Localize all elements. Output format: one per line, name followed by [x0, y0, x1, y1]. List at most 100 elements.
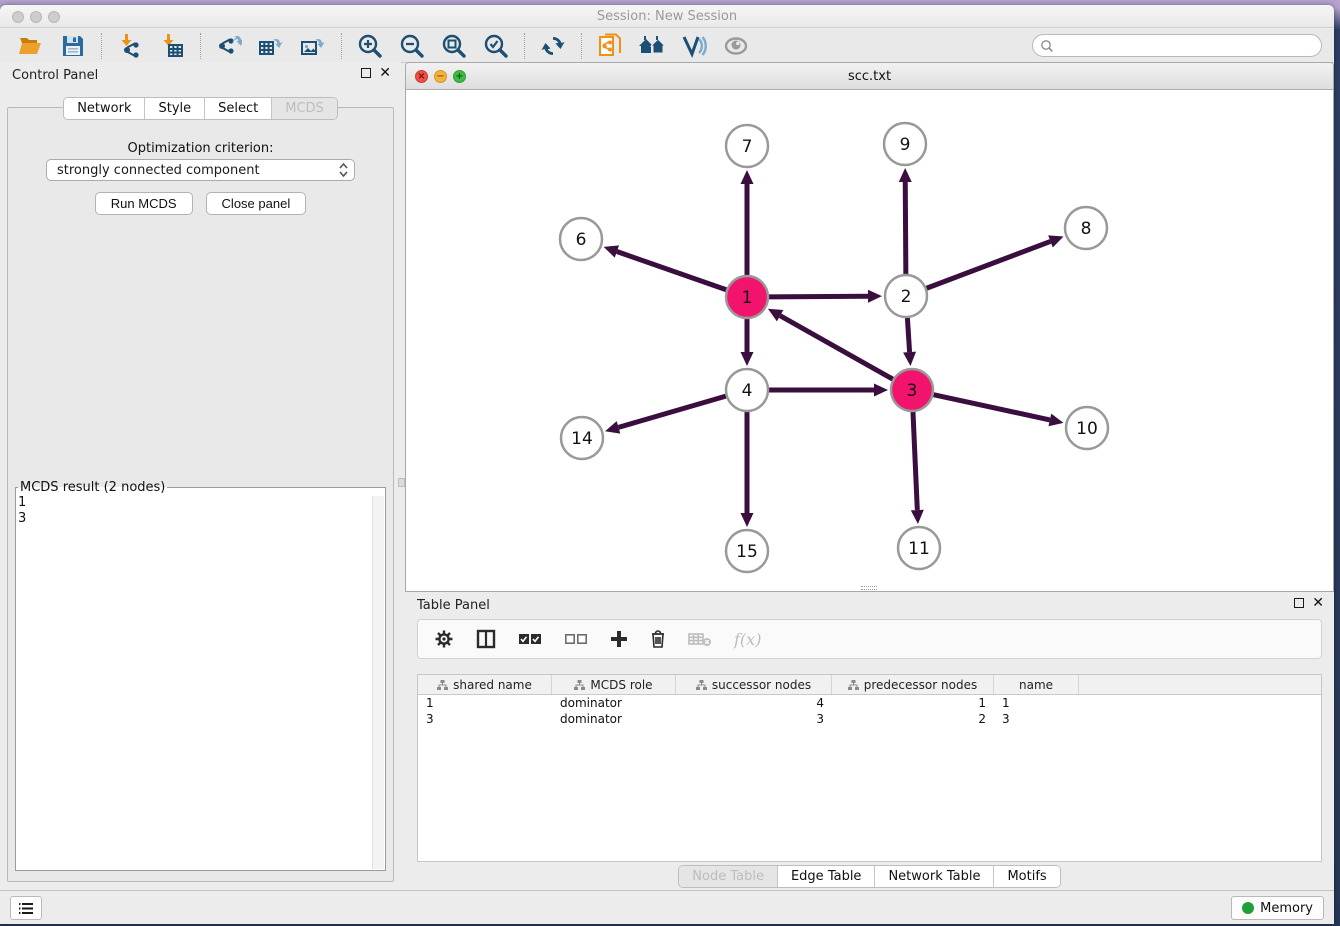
column-header-predecessor-nodes[interactable]: predecessor nodes — [832, 675, 994, 694]
zoom-out-icon[interactable] — [397, 32, 427, 60]
column-header-shared-name[interactable]: shared name — [418, 675, 552, 694]
tab-node-table[interactable]: Node Table — [679, 866, 778, 887]
graph-node-label: 3 — [907, 381, 918, 401]
close-panel-icon[interactable]: ✕ — [379, 68, 391, 78]
unselect-all-columns-icon[interactable] — [564, 627, 588, 651]
edge-arrowhead — [911, 510, 924, 524]
export-table-icon[interactable] — [256, 32, 286, 60]
edge-3-11[interactable] — [913, 412, 917, 510]
export-image-icon[interactable] — [298, 32, 328, 60]
sort-hierarchy-icon — [437, 680, 448, 690]
run-mcds-button[interactable]: Run MCDS — [95, 192, 193, 215]
tab-style[interactable]: Style — [145, 98, 205, 119]
column-header-MCDS-role[interactable]: MCDS role — [552, 675, 676, 694]
tab-edge-table[interactable]: Edge Table — [778, 866, 875, 887]
control-panel: Control Panel ✕ NetworkStyleSelectMCDS O… — [0, 62, 401, 890]
save-session-icon[interactable] — [58, 32, 88, 60]
close-panel-button[interactable]: Close panel — [206, 192, 307, 215]
table-cell[interactable]: 3 — [418, 711, 552, 727]
network-canvas[interactable]: 7968124314101511 — [406, 90, 1333, 591]
edge-2-8[interactable] — [927, 241, 1051, 288]
panel-splitter-handle[interactable] — [398, 478, 405, 487]
edge-arrowhead — [903, 352, 916, 366]
float-table-panel-icon[interactable] — [1294, 598, 1304, 608]
edge-4-14[interactable] — [618, 396, 725, 427]
float-panel-icon[interactable] — [361, 68, 371, 78]
close-table-panel-icon[interactable]: ✕ — [1312, 598, 1324, 608]
select-all-columns-icon[interactable] — [518, 627, 542, 651]
edge-arrowhead — [1048, 414, 1063, 427]
edge-2-9[interactable] — [905, 182, 906, 274]
edge-3-1[interactable] — [780, 316, 893, 380]
tab-network-table[interactable]: Network Table — [875, 866, 994, 887]
table-panel-title: Table Panel — [417, 598, 490, 613]
edge-arrowhead — [1048, 235, 1063, 247]
show-graphics-details-icon[interactable] — [721, 32, 751, 60]
column-header-name[interactable]: name — [994, 675, 1079, 694]
table-row[interactable]: 3dominator323 — [418, 711, 1321, 727]
hide-graphics-details-icon[interactable] — [679, 32, 709, 60]
table-cell[interactable]: 3 — [676, 711, 832, 727]
sort-hierarchy-icon — [696, 680, 707, 690]
zoom-in-icon[interactable] — [355, 32, 385, 60]
delete-table-icon[interactable] — [688, 627, 712, 651]
edge-1-6[interactable] — [617, 252, 726, 290]
delete-column-trash-icon[interactable] — [650, 627, 666, 651]
edge-arrowhead — [604, 245, 619, 257]
optimization-criterion-select[interactable]: strongly connected component — [46, 159, 355, 181]
edge-3-10[interactable] — [933, 395, 1049, 420]
import-table-icon[interactable] — [157, 32, 187, 60]
table-cell[interactable]: 4 — [676, 695, 832, 711]
edge-arrowhead — [899, 168, 912, 182]
zoom-fit-icon[interactable] — [439, 32, 469, 60]
export-network-icon[interactable] — [214, 32, 244, 60]
column-header-successor-nodes[interactable]: successor nodes — [676, 675, 832, 694]
open-file-icon[interactable] — [16, 32, 46, 60]
search-input[interactable] — [1058, 38, 1321, 54]
network-graph[interactable]: 7968124314101511 — [406, 90, 1333, 591]
table-cell[interactable]: 1 — [994, 695, 1079, 711]
sort-hierarchy-icon — [574, 680, 585, 690]
import-network-icon[interactable] — [115, 32, 145, 60]
tab-network[interactable]: Network — [64, 98, 145, 119]
table-row[interactable]: 1dominator411 — [418, 695, 1321, 711]
graph-node-label: 8 — [1081, 219, 1092, 239]
show-column-icon[interactable] — [476, 627, 496, 651]
zoom-selected-icon[interactable] — [481, 32, 511, 60]
edge-2-3[interactable] — [907, 318, 909, 352]
graph-node-label: 7 — [742, 137, 753, 157]
edge-arrowhead — [874, 384, 888, 397]
task-history-button[interactable] — [10, 896, 42, 920]
table-cell[interactable]: dominator — [552, 711, 676, 727]
graph-node-label: 2 — [901, 287, 912, 307]
tab-motifs[interactable]: Motifs — [994, 866, 1059, 887]
function-builder-icon[interactable]: f(x) — [734, 630, 761, 649]
table-cell[interactable]: 1 — [418, 695, 552, 711]
table-cell[interactable]: 3 — [994, 711, 1079, 727]
graph-node-label: 11 — [908, 539, 930, 559]
table-cell[interactable]: 1 — [832, 695, 994, 711]
tab-select[interactable]: Select — [205, 98, 272, 119]
search-field[interactable] — [1032, 34, 1322, 57]
mcds-result-box: MCDS result (2 nodes) 1 3 — [15, 480, 386, 871]
table-toolbar: f(x) — [417, 619, 1322, 659]
result-scrollbar[interactable] — [372, 496, 384, 869]
edge-arrowhead — [741, 352, 754, 366]
tab-mcds[interactable]: MCDS — [272, 98, 337, 119]
mcds-result-text[interactable]: 1 3 — [18, 495, 371, 868]
edge-1-2[interactable] — [769, 296, 868, 297]
apply-layout-icon[interactable] — [538, 32, 568, 60]
table-cell[interactable]: 2 — [832, 711, 994, 727]
duplicate-network-icon[interactable] — [595, 32, 625, 60]
optimization-criterion-value: strongly connected component — [57, 163, 260, 178]
select-chevrons-icon — [339, 163, 348, 177]
table-cell[interactable]: dominator — [552, 695, 676, 711]
toolbar-separator — [341, 33, 342, 59]
network-resize-grip[interactable] — [861, 586, 877, 590]
first-neighbors-icon[interactable] — [637, 32, 667, 60]
create-column-plus-icon[interactable] — [610, 627, 628, 651]
edge-arrowhead — [741, 513, 754, 527]
graph-node-label: 9 — [900, 135, 911, 155]
memory-button[interactable]: Memory — [1231, 896, 1324, 920]
table-options-gear-icon[interactable] — [434, 627, 454, 651]
